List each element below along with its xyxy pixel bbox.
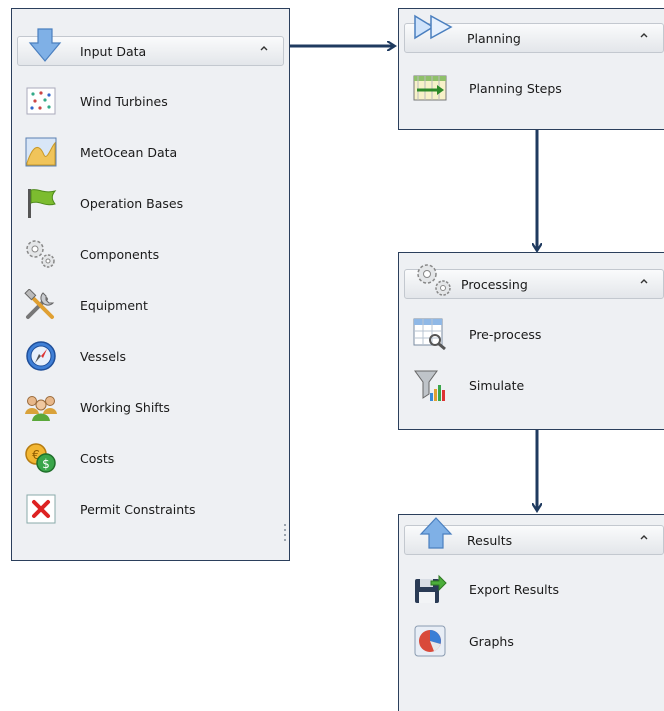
chevron-up-icon[interactable] — [259, 43, 269, 53]
sidebar-item-graphs[interactable]: Graphs — [413, 621, 656, 661]
planning-steps-icon — [413, 71, 447, 105]
chevron-up-icon[interactable] — [639, 30, 649, 40]
sidebar-item-label: Pre-process — [469, 326, 542, 342]
results-title: Results — [467, 532, 513, 548]
permit-icon — [24, 492, 58, 526]
sidebar-item-pre-process[interactable]: Pre-process — [413, 314, 656, 354]
up-arrow-icon — [419, 517, 453, 549]
sidebar-item-label: Operation Bases — [80, 195, 184, 211]
resize-grip[interactable] — [284, 524, 286, 542]
sidebar-item-costs[interactable]: € $ Costs — [24, 438, 281, 478]
chevron-up-icon[interactable] — [639, 276, 649, 286]
export-icon — [413, 572, 447, 606]
sidebar-item-vessels[interactable]: Vessels — [24, 336, 281, 376]
results-panel: Results Export Results Graphs — [398, 514, 664, 711]
sidebar-item-label: Components — [80, 246, 160, 262]
flag-icon — [24, 186, 58, 220]
planning-title: Planning — [467, 30, 521, 46]
sidebar-item-label: Costs — [80, 450, 115, 466]
tools-icon — [24, 288, 58, 322]
input-data-title: Input Data — [80, 43, 147, 59]
sidebar-item-label: Simulate — [469, 377, 525, 393]
sidebar-item-permit-constraints[interactable]: Permit Constraints — [24, 489, 281, 529]
results-header[interactable]: Results — [404, 517, 664, 555]
processing-title: Processing — [461, 276, 528, 292]
coins-icon: € $ — [24, 441, 58, 475]
preprocess-icon — [413, 317, 447, 351]
sidebar-item-label: Graphs — [469, 633, 514, 649]
processing-panel: Processing Pre-process Simulate — [398, 252, 664, 430]
sidebar-item-operation-bases[interactable]: Operation Bases — [24, 183, 281, 223]
planning-panel: Planning Planning Steps — [398, 8, 664, 130]
processing-header[interactable]: Processing — [404, 264, 664, 299]
fast-forward-icon — [414, 14, 453, 40]
input-data-panel: Input Data Wind Turbines MetOcean Data O… — [11, 8, 290, 561]
sidebar-item-components[interactable]: Components — [24, 234, 281, 274]
pie-chart-icon — [413, 624, 447, 658]
sidebar-item-label: Planning Steps — [469, 80, 562, 96]
gears-icon — [24, 237, 58, 271]
sidebar-item-label: Working Shifts — [80, 399, 170, 415]
wind-turbines-icon — [24, 84, 58, 118]
down-arrow-icon — [28, 28, 62, 62]
sidebar-item-planning-steps[interactable]: Planning Steps — [413, 68, 656, 108]
sidebar-item-label: Wind Turbines — [80, 93, 168, 109]
sidebar-item-wind-turbines[interactable]: Wind Turbines — [24, 81, 281, 121]
input-data-header[interactable]: Input Data — [17, 28, 284, 66]
gears-icon — [417, 264, 451, 296]
compass-icon — [24, 339, 58, 373]
sidebar-item-equipment[interactable]: Equipment — [24, 285, 281, 325]
metocean-icon — [24, 135, 58, 169]
sidebar-item-simulate[interactable]: Simulate — [413, 365, 656, 405]
people-icon — [24, 390, 58, 424]
planning-header[interactable]: Planning — [404, 14, 664, 53]
simulate-icon — [413, 368, 447, 402]
sidebar-item-metocean-data[interactable]: MetOcean Data — [24, 132, 281, 172]
svg-text:$: $ — [42, 457, 50, 471]
sidebar-item-label: Vessels — [80, 348, 126, 364]
sidebar-item-export-results[interactable]: Export Results — [413, 569, 656, 609]
sidebar-item-label: Equipment — [80, 297, 148, 313]
chevron-up-icon[interactable] — [639, 532, 649, 542]
sidebar-item-label: Export Results — [469, 581, 560, 597]
sidebar-item-label: Permit Constraints — [80, 501, 196, 517]
sidebar-item-working-shifts[interactable]: Working Shifts — [24, 387, 281, 427]
sidebar-item-label: MetOcean Data — [80, 144, 178, 160]
